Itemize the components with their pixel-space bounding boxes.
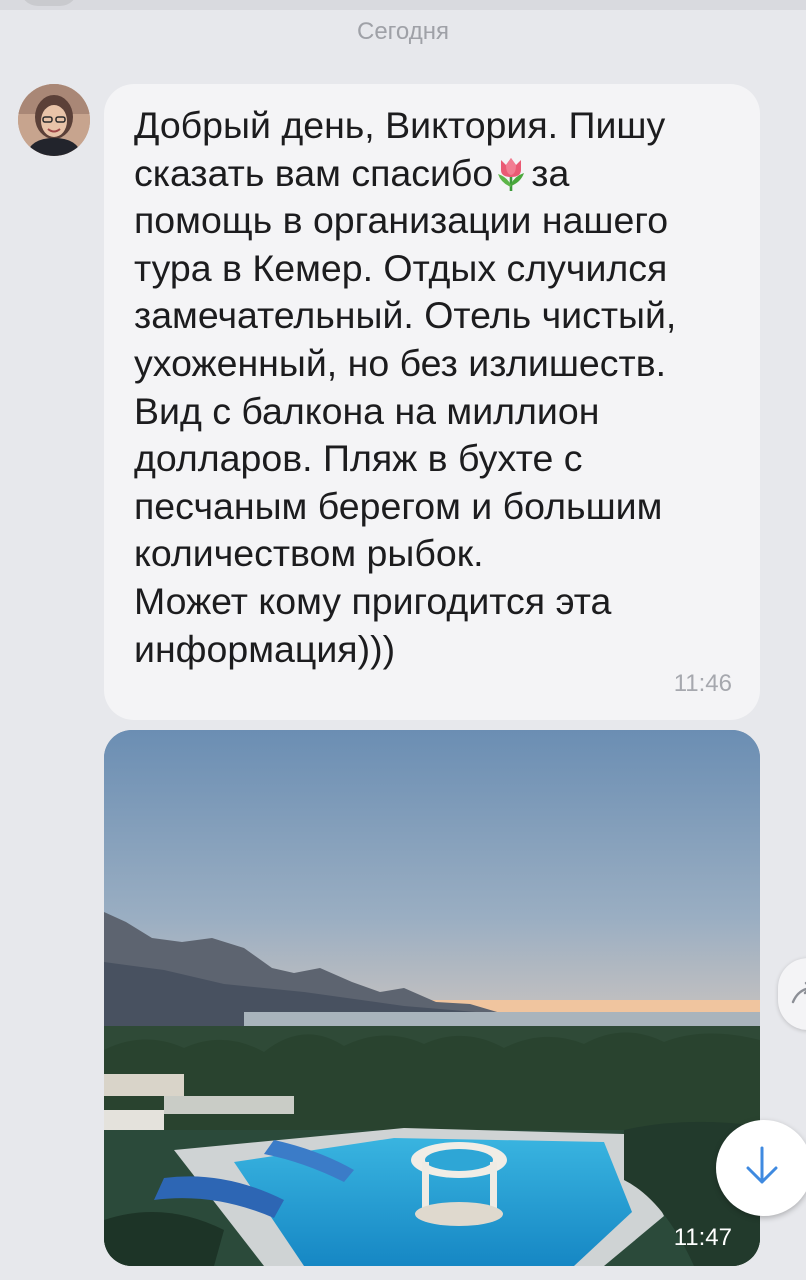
message-line: информация))) <box>134 627 396 670</box>
tulip-icon <box>495 156 527 192</box>
message-line: долларов. Пляж в бухте с <box>134 437 583 480</box>
message-line: сказать вам спасибо за <box>134 150 740 198</box>
message-time: 11:46 <box>673 670 732 697</box>
message-line: ухоженный, но без излишеств. <box>134 341 667 384</box>
scroll-down-button[interactable] <box>716 1120 806 1216</box>
photo-image <box>104 730 760 1266</box>
message-text: сказать вам спасибо <box>134 151 494 194</box>
date-separator: Сегодня <box>357 18 449 45</box>
share-button[interactable] <box>778 958 806 1030</box>
message-bubble[interactable]: Добрый день, Виктория. Пишу сказать вам … <box>104 84 760 720</box>
message-line: Вид с балкона на миллион <box>134 389 600 432</box>
avatar[interactable] <box>18 84 90 156</box>
message-line: замечательный. Отель чистый, <box>134 294 677 337</box>
message-line: Может кому пригодится эта <box>134 579 612 622</box>
share-icon <box>790 980 806 1013</box>
photo-attachment[interactable]: 11:47 <box>104 730 760 1266</box>
message-line: помощь в организации нашего <box>134 199 669 242</box>
message-line: Добрый день, Виктория. Пишу <box>134 104 666 146</box>
arrow-down-icon <box>742 1144 782 1193</box>
message-line: тура в Кемер. Отдых случился <box>134 246 668 289</box>
chat-screen: Сегодня Добрый день, Виктория. Пишу сказ… <box>0 0 806 1280</box>
top-bar-edge <box>0 0 806 10</box>
photo-time: 11:47 <box>673 1224 732 1251</box>
message-line: количеством рыбок. <box>134 532 484 575</box>
message-text: за <box>531 151 570 194</box>
message-line: песчаным берегом и большим <box>134 484 663 527</box>
